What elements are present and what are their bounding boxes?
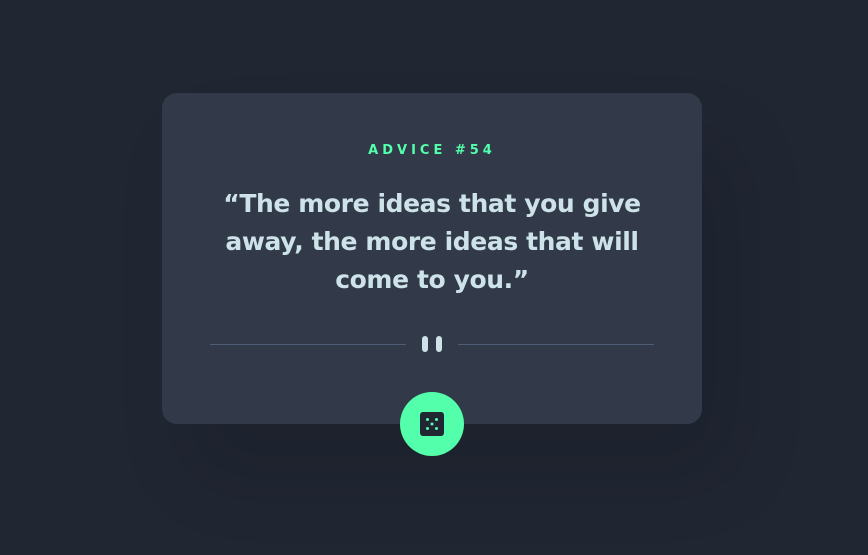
advice-quote: “The more ideas that you give away, the … bbox=[223, 189, 641, 294]
advice-card: Advice #54 “The more ideas that you give… bbox=[162, 93, 702, 456]
pause-icon bbox=[422, 336, 442, 352]
advice-number: Advice #54 bbox=[368, 143, 496, 158]
divider-line-right bbox=[458, 344, 654, 345]
dice-icon bbox=[420, 412, 444, 436]
divider bbox=[210, 334, 654, 354]
divider-line-left bbox=[210, 344, 406, 345]
generate-advice-button[interactable] bbox=[400, 392, 464, 456]
